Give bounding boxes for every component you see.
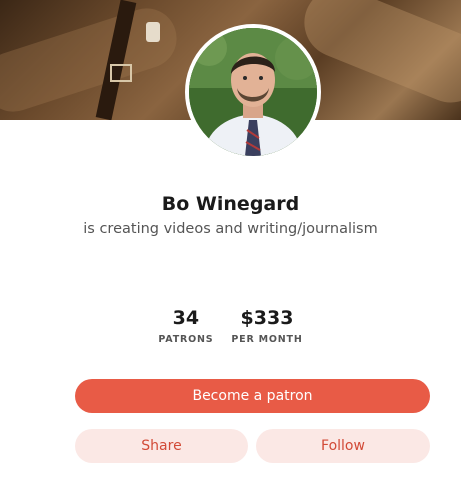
avatar-portrait [189,28,317,156]
cover-tag [146,22,160,42]
creator-name: Bo Winegard [161,193,300,215]
creator-page: Bo Winegard is creating videos and writi… [0,0,461,485]
patrons-label: PATRONS [158,334,214,345]
stats-bar: 34 PATRONS $333 PER MONTH [0,306,461,345]
per-month-amount: $333 [240,307,294,329]
follow-button[interactable]: Follow [256,429,430,463]
become-patron-button[interactable]: Become a patron [75,379,430,413]
cover-texture [0,0,185,120]
patrons-count: 34 [172,307,200,329]
cover-buckle [110,64,132,82]
creator-tagline: is creating videos and writing/journalis… [83,221,378,237]
per-month-stat: $333 PER MONTH [231,306,302,345]
patrons-stat: 34 PATRONS [158,306,213,345]
avatar [185,24,321,160]
per-month-label: PER MONTH [231,334,303,345]
share-button[interactable]: Share [75,429,248,463]
